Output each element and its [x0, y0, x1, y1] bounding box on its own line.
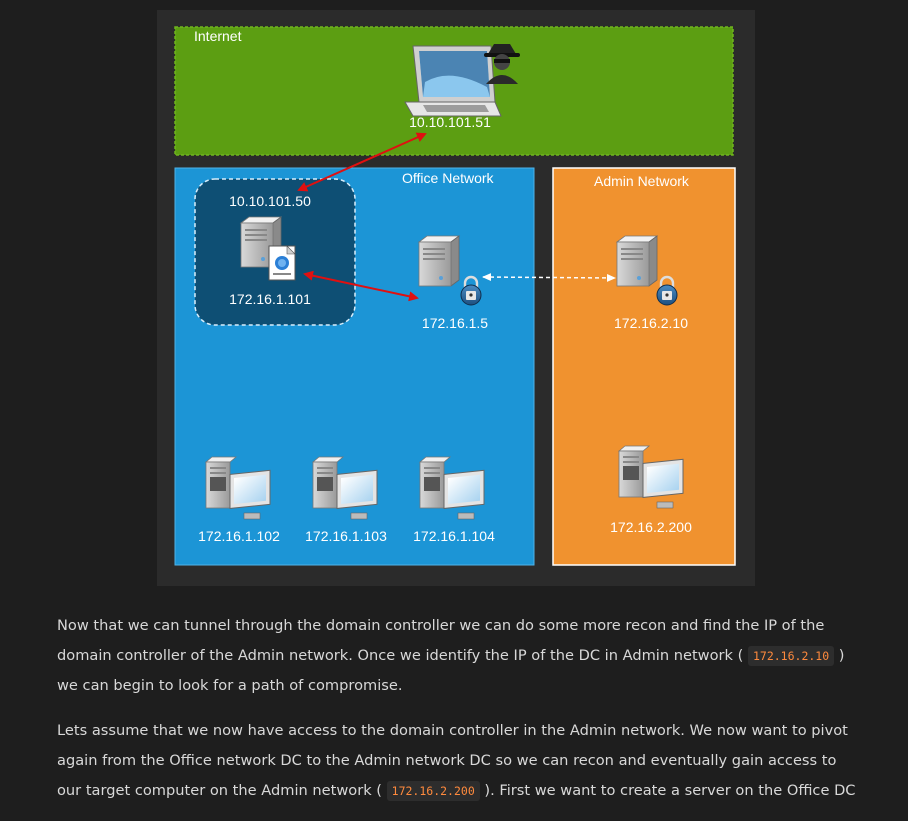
pivot-host-internal-ip: 172.16.1.101	[229, 291, 311, 307]
paragraph-1-text-before: Now that we can tunnel through the domai…	[57, 617, 825, 664]
certificate-icon	[268, 245, 296, 281]
workstation-ip-103: 172.16.1.103	[305, 528, 387, 544]
workstation-ip-104: 172.16.1.104	[413, 528, 495, 544]
admin-target-ip-label: 172.16.2.200	[610, 519, 692, 535]
admin-network-zone	[552, 167, 736, 566]
article-paragraph-2: Lets assume that we now have access to t…	[57, 716, 857, 806]
network-diagram: Internet 10.10.101.51 Office Network Adm…	[157, 10, 755, 586]
admin-dc-server-icon	[616, 235, 658, 287]
admin-network-label: Admin Network	[594, 173, 690, 189]
pivot-host-external-ip: 10.10.101.50	[229, 193, 311, 209]
article-paragraph-1: Now that we can tunnel through the domai…	[57, 611, 857, 701]
office-dc-ip-label: 172.16.1.5	[422, 315, 488, 331]
admin-dc-ip-label: 172.16.2.10	[614, 315, 688, 331]
workstation-ip-102: 172.16.1.102	[198, 528, 280, 544]
office-dc-server-icon	[418, 235, 460, 287]
internet-zone-label: Internet	[194, 28, 242, 44]
admin-target-ip-code: 172.16.2.200	[386, 781, 480, 801]
article-body: Now that we can tunnel through the domai…	[57, 611, 857, 821]
admin-dc-ip-code: 172.16.2.10	[747, 646, 835, 666]
attacker-ip-label: 10.10.101.51	[409, 114, 491, 130]
paragraph-2-text-after: ). First we want to create a server on t…	[484, 782, 856, 799]
office-network-label: Office Network	[402, 170, 495, 186]
